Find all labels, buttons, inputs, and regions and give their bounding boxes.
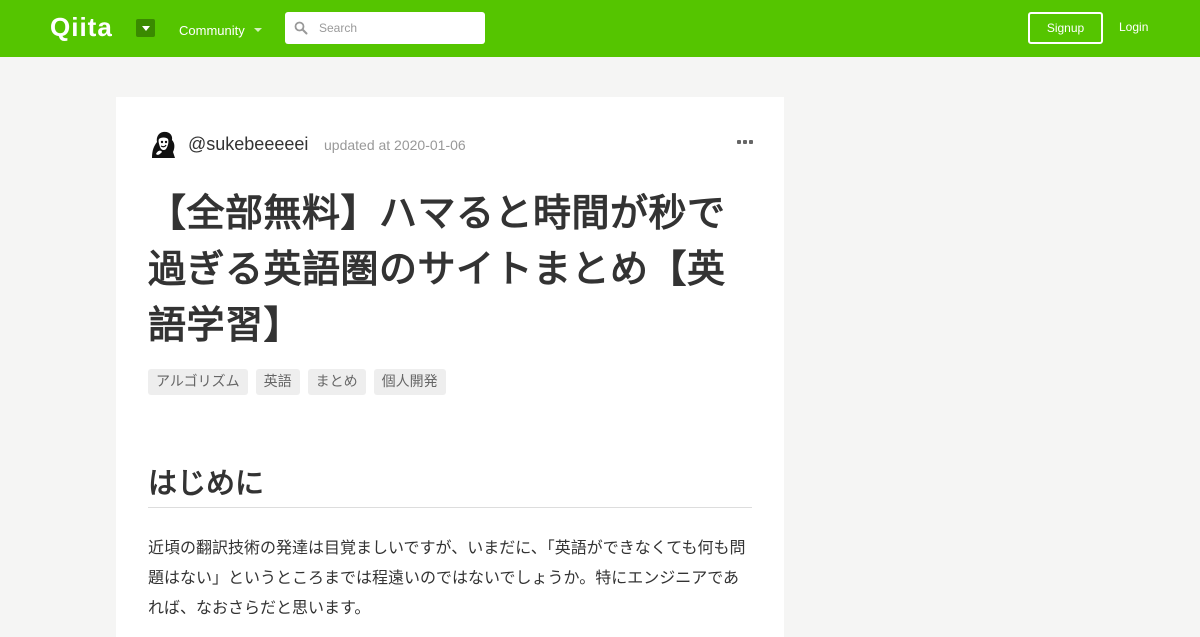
community-dropdown[interactable]: Community	[179, 21, 262, 39]
community-label: Community	[179, 22, 245, 38]
tag-summary[interactable]: まとめ	[307, 369, 366, 395]
dot	[743, 140, 747, 144]
svg-text:Qiita: Qiita	[50, 14, 113, 42]
qiita-logo[interactable]: Qiita	[50, 14, 126, 42]
article-title: 【全部無料】ハマると時間が秒で過ぎる英語圏のサイトまとめ【英語学習】	[148, 191, 726, 347]
search-icon	[294, 21, 308, 35]
tag-list: アルゴリズム 英語 まとめ 個人開発	[148, 369, 446, 395]
article-card: @sukebeeeeei updated at 2020-01-06 【全部無料…	[116, 97, 784, 637]
caret-down-icon	[253, 28, 262, 32]
author-username[interactable]: @sukebeeeeei	[188, 134, 308, 155]
author-row: @sukebeeeeei updated at 2020-01-06	[148, 130, 753, 160]
dot	[737, 140, 741, 144]
logo-menu-button[interactable]	[136, 19, 155, 37]
tag-algorithm[interactable]: アルゴリズム	[148, 369, 248, 395]
avatar[interactable]	[148, 130, 178, 160]
site-header: Qiita Community Signup Login	[0, 0, 1200, 57]
search-input[interactable]	[317, 20, 467, 36]
signup-button[interactable]: Signup	[1028, 12, 1103, 44]
article-body-paragraph: 近頃の翻訳技術の発達は目覚ましいですが、いまだに、「英語ができなくても何も問題は…	[148, 538, 746, 617]
updated-date: updated at 2020-01-06	[324, 137, 466, 153]
tag-english[interactable]: 英語	[255, 369, 300, 395]
dot	[749, 140, 753, 144]
section-heading: はじめに	[148, 463, 752, 508]
login-link[interactable]: Login	[1119, 20, 1148, 34]
more-options-icon[interactable]	[737, 140, 753, 144]
search-box[interactable]	[285, 12, 485, 44]
chevron-down-icon	[141, 25, 150, 31]
tag-personal-dev[interactable]: 個人開発	[373, 369, 446, 395]
